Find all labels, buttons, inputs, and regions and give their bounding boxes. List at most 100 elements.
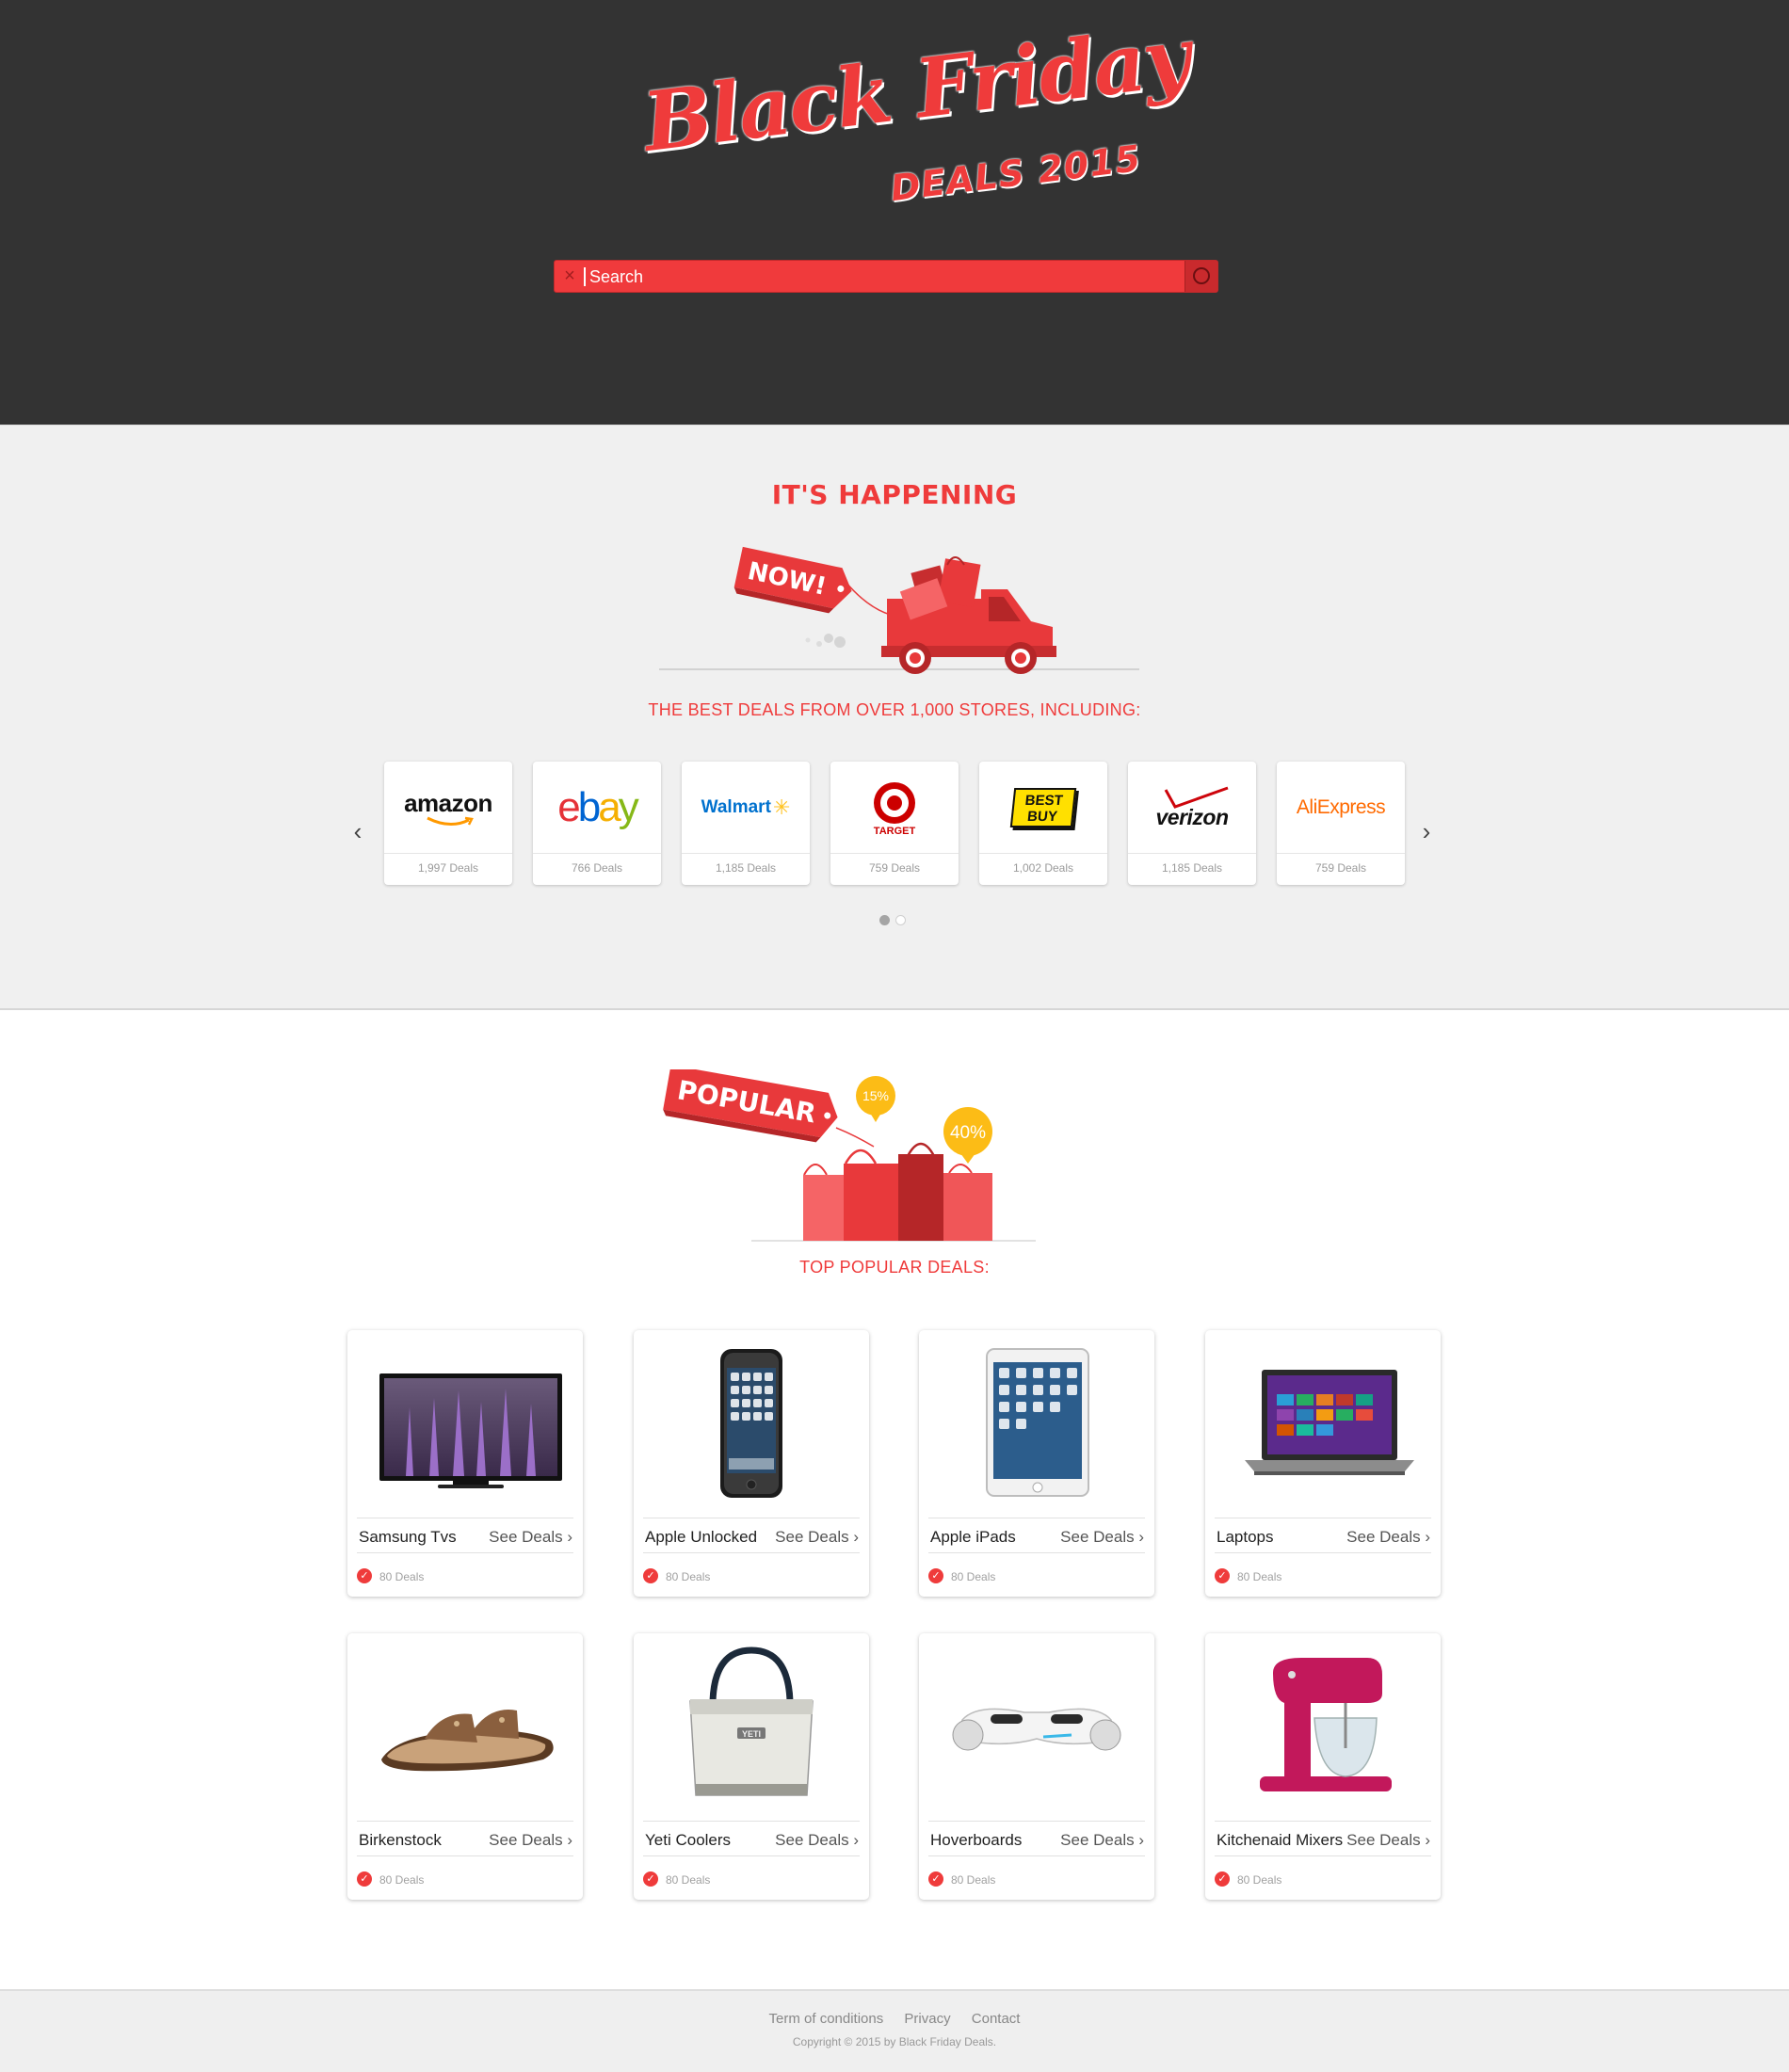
store-deal-count: 1,185 Deals bbox=[1161, 861, 1223, 875]
divider bbox=[928, 1552, 1145, 1553]
deal-card-laptops[interactable]: Laptops See Deals › ✓ 80 Deals bbox=[1205, 1330, 1441, 1597]
deal-name: Apple Unlocked bbox=[645, 1528, 758, 1546]
chevron-right-icon: › bbox=[1138, 1831, 1144, 1849]
chevron-right-icon: › bbox=[1422, 817, 1431, 845]
deal-count: 80 Deals bbox=[666, 1873, 711, 1887]
see-deals-link[interactable]: See Deals › bbox=[489, 1528, 572, 1547]
copyright: Copyright © 2015 by Black Friday Deals. bbox=[792, 2035, 997, 2048]
smoke-puff bbox=[824, 634, 833, 643]
deal-card-yeti-coolers[interactable]: YETI Yeti Coolers See Deals › ✓ 80 Deals bbox=[634, 1633, 869, 1900]
close-icon[interactable]: × bbox=[560, 266, 579, 285]
discount-bubble-15: 15% bbox=[856, 1076, 895, 1122]
check-icon: ✓ bbox=[357, 1568, 372, 1583]
check-icon: ✓ bbox=[928, 1871, 943, 1887]
store-card-ebay[interactable]: ebay 766 Deals bbox=[533, 762, 661, 885]
divider bbox=[1277, 853, 1405, 854]
see-deals-link[interactable]: See Deals › bbox=[775, 1831, 859, 1850]
amazon-logo: amazon bbox=[384, 762, 512, 853]
svg-text:15%: 15% bbox=[862, 1088, 889, 1103]
deal-name: Kitchenaid Mixers bbox=[1217, 1831, 1344, 1849]
deal-name: Laptops bbox=[1217, 1528, 1274, 1546]
deal-card-birkenstock[interactable]: Birkenstock See Deals › ✓ 80 Deals bbox=[347, 1633, 583, 1900]
see-deals-link[interactable]: See Deals › bbox=[1346, 1528, 1430, 1547]
now-tag-icon: NOW! bbox=[733, 546, 852, 614]
chevron-right-icon: › bbox=[567, 1528, 572, 1546]
deal-count: 80 Deals bbox=[666, 1570, 711, 1583]
footer-link-contact[interactable]: Contact bbox=[972, 2011, 1021, 2027]
store-card-aliexpress[interactable]: AliExpress 759 Deals bbox=[1277, 762, 1405, 885]
see-deals-link[interactable]: See Deals › bbox=[1346, 1831, 1430, 1850]
pagination-dot[interactable] bbox=[895, 915, 906, 925]
see-deals-link[interactable]: See Deals › bbox=[775, 1528, 859, 1547]
stores-section: IT'S HAPPENING NOW! THE BEST DEALS FROM … bbox=[0, 425, 1789, 1010]
phone-icon bbox=[720, 1349, 782, 1498]
divider bbox=[830, 853, 959, 854]
deal-card-samsung-tvs[interactable]: Samsung Tvs See Deals › ✓ 80 Deals bbox=[347, 1330, 583, 1597]
store-card-target[interactable]: TARGET 759 Deals bbox=[830, 762, 959, 885]
search-input[interactable] bbox=[589, 264, 1173, 290]
deal-name: Samsung Tvs bbox=[359, 1528, 457, 1546]
section-title-happening: IT'S HAPPENING bbox=[771, 479, 1018, 510]
svg-text:YETI: YETI bbox=[742, 1729, 761, 1739]
deal-card-apple-ipads[interactable]: Apple iPads See Deals › ✓ 80 Deals bbox=[919, 1330, 1154, 1597]
see-deals-link[interactable]: See Deals › bbox=[1060, 1831, 1144, 1850]
footer-link-terms[interactable]: Term of conditions bbox=[769, 2011, 884, 2027]
pagination-dot-active[interactable] bbox=[879, 915, 890, 925]
check-icon: ✓ bbox=[643, 1568, 658, 1583]
store-deal-count: 1,002 Deals bbox=[1012, 861, 1074, 875]
sandal-icon bbox=[381, 1710, 554, 1772]
check-icon: ✓ bbox=[357, 1871, 372, 1887]
see-deals-link[interactable]: See Deals › bbox=[1060, 1528, 1144, 1547]
chevron-right-icon: › bbox=[567, 1831, 572, 1849]
now-truck-illustration: NOW! bbox=[659, 546, 1139, 674]
deal-card-apple-unlocked[interactable]: Apple Unlocked See Deals › ✓ 80 Deals bbox=[634, 1330, 869, 1597]
chevron-left-icon: ‹ bbox=[353, 817, 363, 845]
store-card-amazon[interactable]: amazon 1,997 Deals bbox=[384, 762, 512, 885]
divider bbox=[643, 1855, 860, 1856]
ebay-logo: ebay bbox=[557, 783, 638, 830]
store-card-walmart[interactable]: Walmart ✳ 1,185 Deals bbox=[682, 762, 810, 885]
tablet-icon bbox=[986, 1348, 1089, 1497]
deal-count: 80 Deals bbox=[1237, 1570, 1282, 1583]
walmart-logo: Walmart ✳ bbox=[701, 795, 791, 819]
chevron-right-icon: › bbox=[853, 1528, 859, 1546]
see-deals-link[interactable]: See Deals › bbox=[489, 1831, 572, 1850]
svg-text:40%: 40% bbox=[950, 1123, 986, 1143]
stores-subtitle: THE BEST DEALS FROM OVER 1,000 STORES, I… bbox=[648, 700, 1141, 719]
divider bbox=[682, 853, 810, 854]
black-friday-logo[interactable]: Black Friday DEALS 2015 bbox=[638, 9, 1194, 209]
store-deal-count: 759 Deals bbox=[1314, 861, 1367, 875]
search-icon bbox=[1193, 267, 1210, 284]
store-deal-count: 759 Deals bbox=[868, 861, 921, 875]
deal-card-kitchenaid-mixers[interactable]: Kitchenaid Mixers See Deals › ✓ 80 Deals bbox=[1205, 1633, 1441, 1900]
hoverboard-icon bbox=[952, 1708, 1121, 1751]
carousel-pagination bbox=[879, 915, 908, 926]
smoke-puff bbox=[805, 637, 811, 643]
chevron-right-icon: › bbox=[1425, 1831, 1430, 1849]
mixer-icon bbox=[1260, 1658, 1392, 1791]
tv-icon bbox=[379, 1373, 562, 1488]
store-deal-count: 1,997 Deals bbox=[417, 861, 479, 875]
laptop-icon bbox=[1245, 1370, 1414, 1475]
deal-count: 80 Deals bbox=[379, 1873, 425, 1887]
footer-link-privacy[interactable]: Privacy bbox=[904, 2011, 950, 2027]
popular-tag-icon: POPULAR bbox=[663, 1069, 838, 1143]
bestbuy-logo: BEST BUY bbox=[979, 762, 1107, 853]
divider bbox=[928, 1821, 1145, 1822]
carousel-next-button[interactable]: › bbox=[1417, 817, 1436, 845]
cooler-icon: YETI bbox=[689, 1646, 814, 1796]
check-icon: ✓ bbox=[1215, 1568, 1230, 1583]
search-bar: × bbox=[554, 260, 1218, 293]
carousel-prev-button[interactable]: ‹ bbox=[348, 817, 367, 845]
target-logo: TARGET bbox=[830, 762, 959, 853]
deal-card-hoverboards[interactable]: Hoverboards See Deals › ✓ 80 Deals bbox=[919, 1633, 1154, 1900]
store-card-bestbuy[interactable]: BEST BUY 1,002 Deals bbox=[979, 762, 1107, 885]
search-button[interactable] bbox=[1185, 261, 1217, 292]
divider bbox=[1215, 1821, 1431, 1822]
store-card-verizon[interactable]: verizon 1,185 Deals bbox=[1128, 762, 1256, 885]
check-icon: ✓ bbox=[928, 1568, 943, 1583]
deal-count: 80 Deals bbox=[1237, 1873, 1282, 1887]
deal-name: Yeti Coolers bbox=[645, 1831, 732, 1849]
divider bbox=[643, 1552, 860, 1553]
divider bbox=[357, 1855, 573, 1856]
